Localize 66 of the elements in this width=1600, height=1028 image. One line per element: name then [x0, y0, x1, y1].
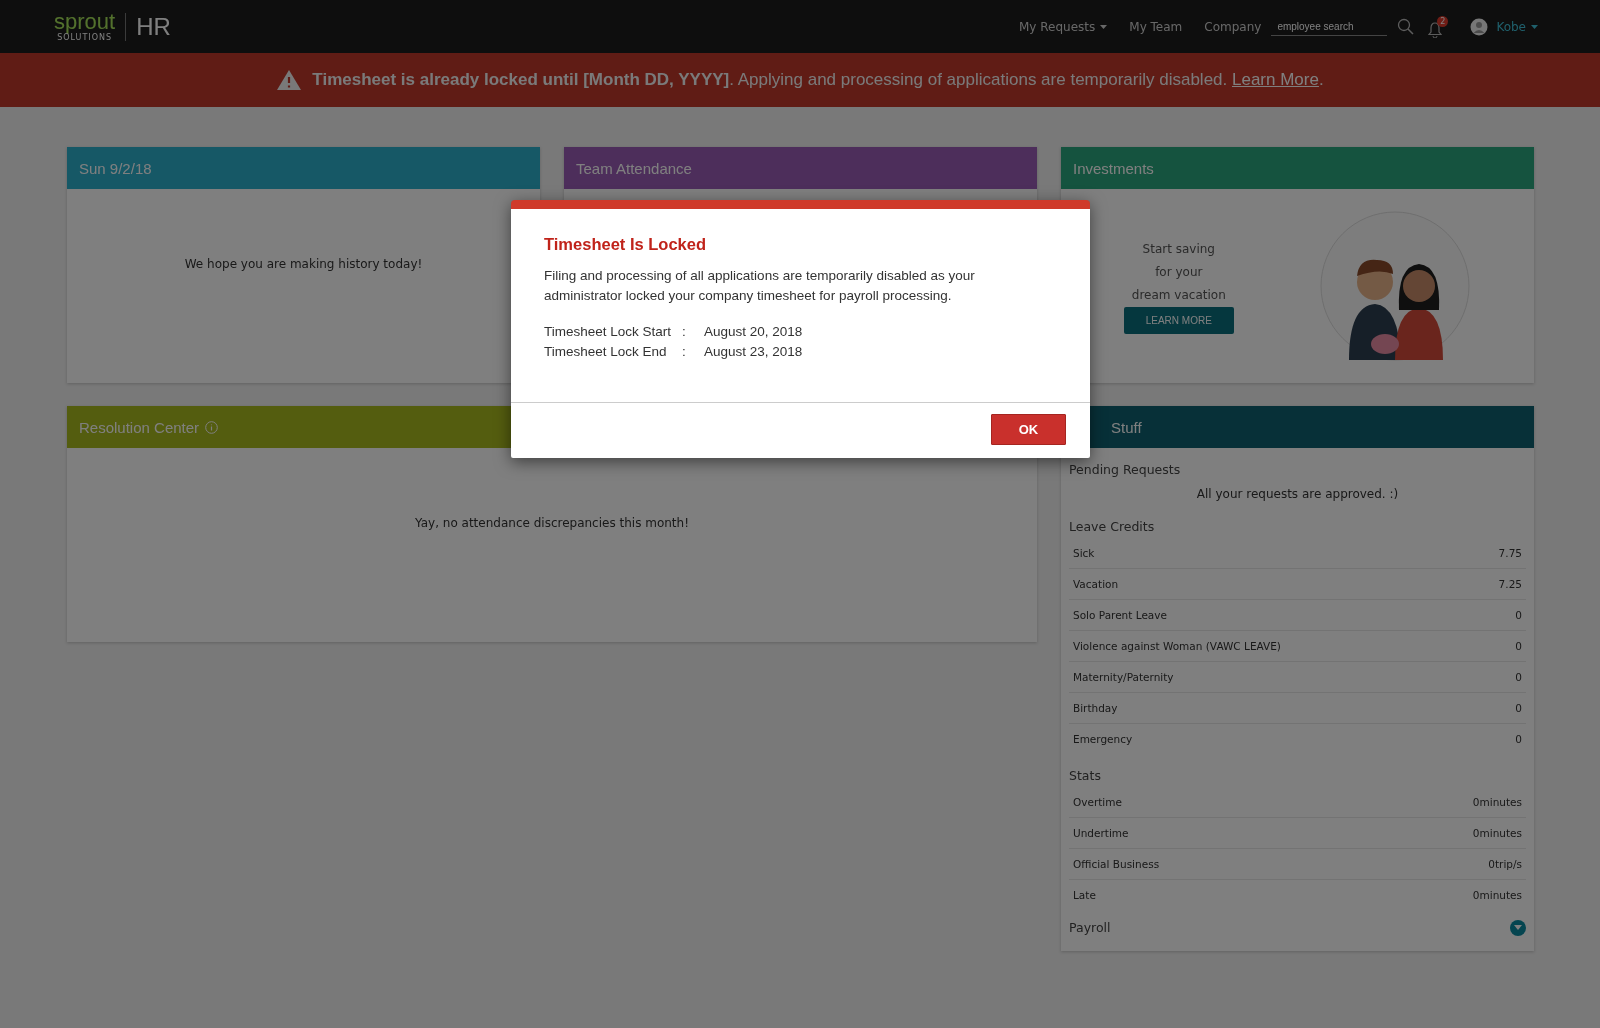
row-value: 7.75	[1498, 547, 1522, 559]
card-title: Stuff	[1110, 418, 1142, 436]
row-label: Undertime	[1073, 827, 1129, 839]
row-label: Official Business	[1073, 858, 1160, 870]
promo-text: Start saving	[1142, 241, 1215, 258]
row-value: 0	[1515, 671, 1522, 683]
card-message: Yay, no attendance discrepancies this month!	[415, 516, 689, 530]
section-heading: Leave Credits	[1069, 519, 1156, 534]
section-heading: Stats	[1069, 768, 1102, 783]
row-value: 0	[1515, 640, 1522, 652]
dialog-title: Timesheet Is Locked	[544, 235, 707, 254]
row-value: 7.25	[1498, 578, 1522, 590]
info-icon[interactable]	[205, 420, 219, 434]
row-value: 0trip/s	[1488, 858, 1522, 870]
caret-icon	[1514, 925, 1522, 930]
row-label: Late	[1073, 889, 1096, 901]
detail-label: Timesheet Lock Start	[544, 323, 673, 341]
learn-more-link[interactable]: Learn More	[1232, 70, 1319, 89]
alert-message: Timesheet is already locked until [Month DD, YYYY]. Applying and processing of applications are temporarily disabled. Learn More.	[312, 70, 1324, 90]
nav-link[interactable]: My Team	[1129, 19, 1183, 34]
warning-icon	[276, 69, 303, 91]
detail-value: August 20, 2018	[704, 323, 803, 341]
card-title: Investments	[1073, 159, 1154, 177]
user-menu[interactable]: Kobe	[1496, 19, 1538, 34]
row-label: Violence against Woman (VAWC LEAVE)	[1073, 640, 1281, 652]
search-icon[interactable]	[1397, 18, 1415, 35]
nav-link[interactable]: My Requests	[1019, 19, 1108, 34]
row-label: Sick	[1073, 547, 1095, 559]
detail-separator: :	[682, 323, 687, 341]
row-value: 0minutes	[1472, 827, 1522, 839]
bell-icon[interactable]	[1428, 21, 1443, 38]
row-label: Overtime	[1073, 796, 1122, 808]
row-value: 0minutes	[1472, 889, 1522, 901]
learn-more-button[interactable]: LEARN MORE	[1123, 307, 1234, 334]
ok-button[interactable]: OK	[991, 414, 1066, 445]
card-message: We hope you are making history today!	[184, 257, 423, 271]
logo-wordmark: sprout	[54, 11, 116, 33]
dialog-message: Filing and processing of all applications are temporarily disabled as your administrator locked your company timesheet for payroll processing.	[544, 267, 976, 305]
expand-toggle[interactable]	[1510, 919, 1526, 936]
promo-text: for your	[1155, 264, 1203, 281]
logo-tagline: SOLUTIONS	[57, 34, 113, 42]
section-heading: Payroll	[1069, 920, 1111, 935]
card-title: Sun 9/2/18	[79, 159, 152, 177]
promo-text: dream vacation	[1131, 287, 1226, 304]
product-name: HR	[136, 12, 171, 41]
notification-count: 2	[1437, 15, 1449, 27]
row-value: 0minutes	[1472, 796, 1522, 808]
row-label: Vacation	[1073, 578, 1119, 590]
user-avatar-icon[interactable]	[1470, 17, 1489, 36]
row-value: 0	[1515, 609, 1522, 621]
section-heading: Pending Requests	[1069, 462, 1182, 477]
row-value: 0	[1515, 733, 1522, 745]
caret-icon	[1531, 24, 1538, 29]
row-label: Maternity/Paternity	[1073, 671, 1174, 683]
row-label: Solo Parent Leave	[1073, 609, 1167, 621]
row-label: Emergency	[1073, 733, 1133, 745]
nav-link[interactable]: Company	[1204, 19, 1262, 34]
detail-value: August 23, 2018	[704, 343, 803, 361]
detail-separator: :	[682, 343, 687, 361]
row-value: 0	[1515, 702, 1522, 714]
search-field[interactable]: employee search	[1271, 17, 1388, 36]
row-label: Birthday	[1073, 702, 1118, 714]
card-title: Resolution Center	[79, 418, 200, 436]
empty-message: All your requests are approved. :)	[1195, 487, 1400, 501]
card-title: Team Attendance	[576, 159, 692, 177]
detail-label: Timesheet Lock End	[544, 343, 668, 361]
